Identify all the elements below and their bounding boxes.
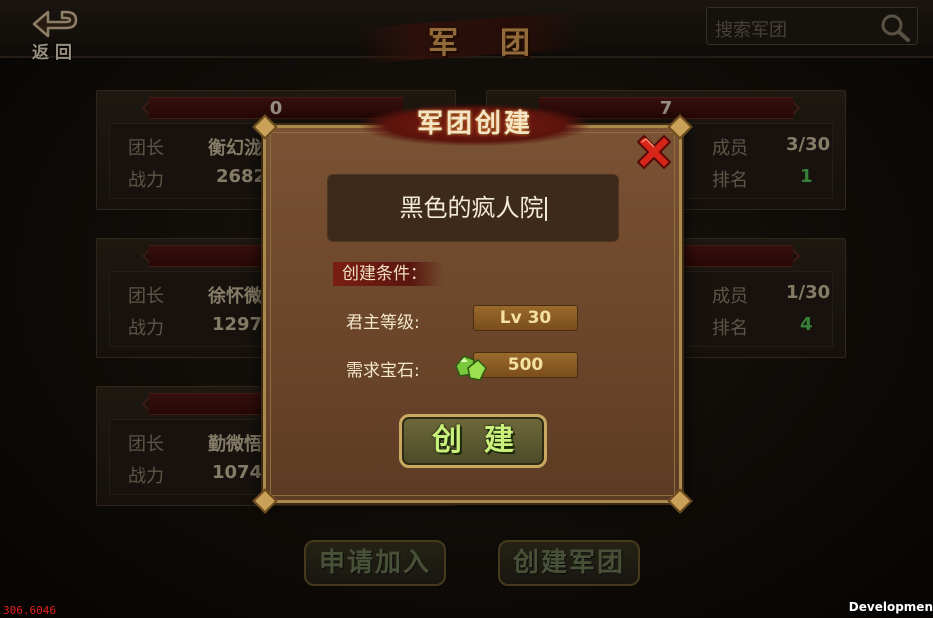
- requirements-heading: 创建条件：: [342, 264, 427, 284]
- close-icon: [637, 135, 671, 169]
- gem-icon: [455, 355, 487, 381]
- lord-level-value: Lv 30: [473, 305, 578, 331]
- text-caret: [544, 197, 547, 221]
- fps-counter: 306.6046: [3, 604, 56, 617]
- build-watermark: Developmen: [848, 600, 933, 614]
- legion-name-value: 黑色的疯人院: [399, 194, 544, 222]
- create-button[interactable]: 创建: [399, 414, 547, 468]
- lord-level-label: 君主等级:: [346, 313, 420, 333]
- gems-value: 500: [473, 352, 578, 378]
- dialog-title: 军团创建: [416, 109, 533, 139]
- legion-name-input[interactable]: 黑色的疯人院: [327, 174, 619, 242]
- close-button[interactable]: [632, 132, 676, 176]
- gems-label: 需求宝石:: [346, 361, 420, 381]
